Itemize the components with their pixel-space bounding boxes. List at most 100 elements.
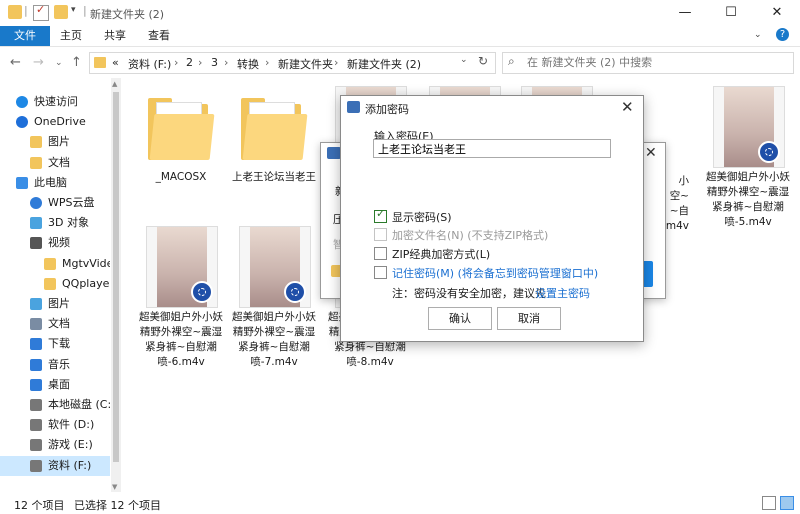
new-folder-icon[interactable] — [54, 5, 68, 19]
breadcrumb-item[interactable]: 新建文件夹 (2) — [347, 56, 421, 72]
title-bar: | ✓ ▾ | 新建文件夹 (2) — ☐ ✕ — [0, 0, 800, 26]
sidebar-item-label: 游戏 (E:) — [48, 438, 93, 451]
ribbon: 文件 主页 共享 查看 ⌄ ? — [0, 26, 800, 47]
large-icons-view-icon[interactable] — [780, 496, 794, 510]
sidebar-item[interactable]: 图片 — [0, 294, 110, 314]
breadcrumb-item[interactable]: 转换 — [237, 56, 259, 72]
maximize-button[interactable]: ☐ — [708, 0, 754, 26]
address-bar[interactable]: « 资料 (F:) › 2 › 3 › 转换 › 新建文件夹 › 新建文件夹 (… — [89, 52, 496, 74]
folder-icon — [241, 98, 308, 160]
sidebar-item[interactable]: 图片 — [0, 132, 110, 152]
file-name: 上老王论坛当老王 — [232, 171, 316, 183]
zip-classic-checkbox[interactable] — [374, 247, 387, 260]
sidebar-item[interactable]: QQplayerCl — [0, 274, 110, 294]
address-dropdown-icon[interactable]: ⌄ — [460, 55, 468, 65]
sidebar-item[interactable]: 软件 (D:) — [0, 415, 110, 435]
document-icon — [30, 318, 42, 330]
sidebar-item[interactable]: 下载 — [0, 334, 110, 354]
sidebar-item-label: 此电脑 — [34, 176, 67, 189]
search-box[interactable]: ⌕ — [502, 52, 794, 74]
sidebar-item-label: QQplayerCl — [62, 277, 110, 290]
folder-icon — [44, 278, 56, 290]
video-file-item[interactable]: 超美御姐户外小妖精野外裸空~震湿紧身裤~自慰潮喷-5.m4v — [705, 84, 791, 228]
recent-locations-icon[interactable]: ⌄ — [55, 58, 63, 68]
encrypt-filenames-label: 加密文件名(N) (不支持ZIP格式) — [392, 229, 549, 242]
star-icon — [16, 96, 28, 108]
folder-icon — [30, 157, 42, 169]
sidebar-item[interactable]: WPS云盘 — [0, 193, 110, 213]
sidebar-item[interactable]: OneDrive — [0, 112, 110, 132]
password-dialog-icon — [347, 101, 360, 113]
breadcrumb-item[interactable]: 资料 (F:) — [128, 56, 171, 72]
drive-icon — [30, 460, 42, 472]
details-view-icon[interactable] — [762, 496, 776, 510]
sidebar-item[interactable]: 音乐 — [0, 355, 110, 375]
scroll-up-icon[interactable]: ▲ — [112, 80, 117, 88]
tab-home[interactable]: 主页 — [48, 26, 94, 46]
sidebar-item[interactable]: 本地磁盘 (C:) — [0, 395, 110, 415]
tab-share[interactable]: 共享 — [92, 26, 138, 46]
sidebar-item[interactable]: 快速访问 — [0, 92, 110, 112]
sidebar-item[interactable]: 此电脑 — [0, 173, 110, 193]
folder-icon — [30, 136, 42, 148]
set-master-password-link[interactable]: 设置主密码 — [535, 285, 590, 301]
sidebar-item[interactable]: MgtvVideos — [0, 254, 110, 274]
status-bar: 12 个项目 已选择 12 个项目 — [0, 493, 800, 514]
folder-icon — [44, 258, 56, 270]
show-password-checkbox[interactable] — [374, 207, 387, 223]
sidebar-item[interactable]: 文档 — [0, 314, 110, 334]
up-button[interactable]: ↑ — [71, 55, 82, 70]
minimize-button[interactable]: — — [662, 0, 708, 26]
video-file-item[interactable]: 超美御姐户外小妖精野外裸空~震湿紧身裤~自慰潮喷-6.m4v — [138, 224, 224, 369]
separator: | — [83, 4, 87, 17]
close-button[interactable]: ✕ — [754, 0, 800, 26]
remember-password-label[interactable]: 记住密码(M) (将会备忘到密码管理窗口中) — [392, 265, 598, 281]
sidebar-item[interactable]: 3D 对象 — [0, 213, 110, 233]
sidebar-item[interactable]: 资料 (F:) — [0, 456, 110, 476]
encrypt-filenames-checkbox[interactable] — [374, 228, 387, 241]
breadcrumb-item[interactable]: 2 — [186, 56, 193, 69]
separator: | — [24, 4, 28, 17]
breadcrumb-overflow[interactable]: « — [112, 56, 119, 69]
refresh-icon[interactable]: ↻ — [478, 54, 488, 68]
back-button[interactable]: ← — [10, 55, 21, 70]
help-icon[interactable]: ? — [776, 28, 789, 41]
breadcrumb-separator: › — [224, 56, 229, 69]
show-password-label[interactable]: 显示密码(S) — [392, 209, 452, 225]
forward-button[interactable]: → — [33, 55, 44, 70]
sidebar-scrollbar-thumb[interactable] — [113, 92, 119, 462]
search-input[interactable] — [525, 55, 789, 70]
properties-icon[interactable]: ✓ — [33, 3, 49, 21]
dialog-close-button[interactable]: ✕ — [621, 98, 634, 116]
zip-classic-label[interactable]: ZIP经典加密方式(L) — [392, 246, 490, 262]
navigation-bar: ← → ⌄ ↑ « 资料 (F:) › 2 › 3 › 转换 › 新建文件夹 ›… — [0, 47, 800, 77]
password-input[interactable] — [373, 139, 611, 158]
video-thumbnail — [713, 86, 785, 168]
folder-icon — [148, 98, 215, 160]
tab-file[interactable]: 文件 — [0, 26, 50, 46]
sidebar-item-label: OneDrive — [34, 115, 86, 128]
folder-item[interactable]: 上老王论坛当老王 — [231, 84, 317, 222]
file-name: 超美御姐户外小妖精野外裸空~震湿紧身裤~自慰潮喷-5.m4v — [706, 171, 790, 228]
close-icon[interactable]: ✕ — [645, 145, 657, 161]
sidebar-item[interactable]: 桌面 — [0, 375, 110, 395]
scroll-down-icon[interactable]: ▼ — [112, 483, 117, 491]
player-badge-icon — [191, 281, 213, 303]
breadcrumb-item[interactable]: 新建文件夹 — [278, 56, 333, 72]
item-count: 12 个项目 — [14, 499, 65, 512]
sidebar-item-label: 文档 — [48, 317, 70, 330]
sidebar-item[interactable]: 游戏 (E:) — [0, 435, 110, 455]
customize-quick-access-icon[interactable]: ▾ — [71, 5, 76, 15]
remember-password-checkbox[interactable] — [374, 266, 387, 279]
breadcrumb-item[interactable]: 3 — [211, 56, 218, 69]
sidebar-item-label: 桌面 — [48, 378, 70, 391]
video-file-item[interactable]: 超美御姐户外小妖精野外裸空~震湿紧身裤~自慰潮喷-7.m4v — [231, 224, 317, 369]
folder-item[interactable]: _MACOSX — [138, 84, 224, 222]
expand-ribbon-icon[interactable]: ⌄ — [754, 30, 762, 40]
sidebar-item[interactable]: 视频 — [0, 233, 110, 253]
sidebar-item-label: 3D 对象 — [48, 216, 89, 229]
ok-button[interactable]: 确认 — [428, 307, 492, 330]
cancel-button[interactable]: 取消 — [497, 307, 561, 330]
sidebar-item[interactable]: 文档 — [0, 153, 110, 173]
tab-view[interactable]: 查看 — [136, 26, 182, 46]
